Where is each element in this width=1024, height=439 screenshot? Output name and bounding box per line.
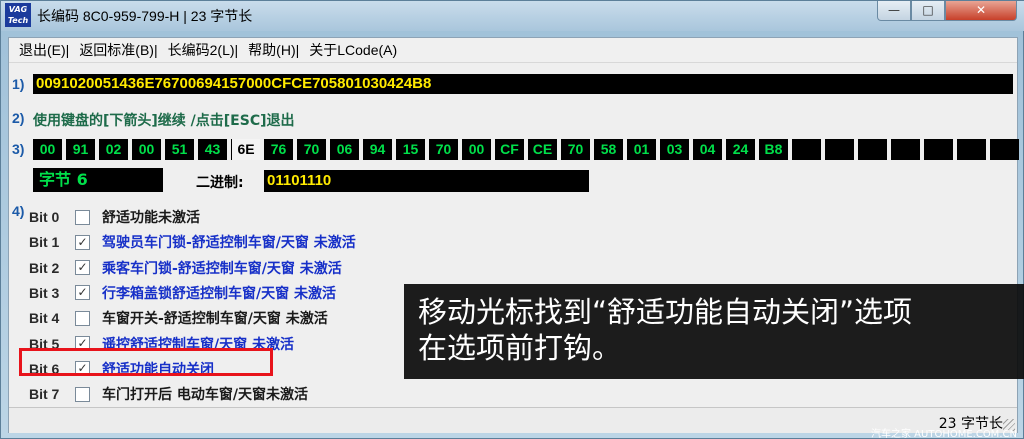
section-3-number: 3) [12,141,25,157]
byte-cell[interactable]: 24 [726,139,755,160]
bit-name: Bit 2 [29,259,60,276]
byte-cell[interactable] [858,139,887,160]
byte-cell[interactable]: 91 [66,139,95,160]
byte-cell[interactable]: 70 [297,139,326,160]
menu-about[interactable]: 关于LCode(A) [305,40,403,60]
byte-cell[interactable] [825,139,854,160]
bit-name: Bit 3 [29,284,60,301]
byte-cell[interactable]: 03 [660,139,689,160]
byte-cell[interactable] [924,139,953,160]
bit-row-4: Bit 4 车窗开关-舒适控制车窗/天窗 未激活 [29,307,328,329]
byte-grid: 00 91 02 00 51 43 6E 76 70 06 94 15 70 00 CF CE 70 58 01 03… [33,139,1023,161]
minimize-icon: — [888,3,900,17]
window-title: 长编码 8C0-959-799-H | 23 字节长 [37,8,253,24]
section-4-number: 4) [12,203,25,219]
status-bar: 23 字节长 [9,407,1017,433]
bit-row-3: Bit 3 ✓ 行李箱盖锁舒适控制车窗/天窗 未激活 [29,282,336,304]
byte-cell[interactable] [891,139,920,160]
watermark: 汽车之家 AUTOHOME.COM.CN [871,429,1017,439]
byte-cell[interactable]: CE [528,139,557,160]
minimize-button[interactable]: — [877,1,911,21]
bit-checkbox[interactable] [75,209,90,225]
bit-description: 车门打开后 电动车窗/天窗未激活 [102,387,308,404]
close-button[interactable]: ✕ [945,1,1017,21]
byte-cell[interactable]: 06 [330,139,359,160]
byte-cell[interactable]: 00 [462,139,491,160]
overlay-line-2: 在选项前打钩。 [418,331,622,365]
selected-byte-label: 字节 6 [33,168,163,192]
bit-row-2: Bit 2 ✓ 乘客车门锁-舒适控制车窗/天窗 未激活 [29,257,342,279]
byte-cell[interactable]: 94 [363,139,392,160]
bit-row-1: Bit 1 ✓ 驾驶员车门锁-舒适控制车窗/天窗 未激活 [29,231,356,253]
section-2-number: 2) [12,110,25,126]
bit-checkbox[interactable] [75,310,90,326]
bit-name: Bit 4 [29,310,60,327]
instruction-text: 使用键盘的[下箭头]继续 /点击[ESC]退出 [33,113,295,129]
bit-row-7: Bit 7 车门打开后 电动车窗/天窗未激活 [29,383,308,405]
byte-cell[interactable]: 6E [231,139,260,160]
byte-cell[interactable]: 00 [132,139,161,160]
byte-cell[interactable]: 02 [99,139,128,160]
byte-cell[interactable]: 04 [693,139,722,160]
byte-cell[interactable]: 51 [165,139,194,160]
maximize-icon: □ [922,3,934,17]
bit-name: Bit 7 [29,386,60,403]
bit-checkbox[interactable] [75,386,90,402]
bit-description: 舒适功能未激活 [102,210,200,226]
bit-row-0: Bit 0 舒适功能未激活 [29,206,200,228]
lcode-window: VAG Tech 长编码 8C0-959-799-H | 23 字节长 — □ … [0,0,1024,439]
close-icon: ✕ [975,3,987,17]
byte-cell[interactable]: 43 [198,139,227,160]
byte-cell[interactable]: 70 [561,139,590,160]
byte-cell[interactable]: 58 [594,139,623,160]
bit-name: Bit 0 [29,209,60,225]
bit-description: 车窗开关-舒适控制车窗/天窗 未激活 [102,311,328,328]
byte-cell[interactable]: 70 [429,139,458,160]
bit-description: 乘客车门锁-舒适控制车窗/天窗 未激活 [102,260,342,277]
byte-cell[interactable]: 01 [627,139,656,160]
bit-6-highlight-box [19,348,273,376]
app-icon: VAG Tech [5,3,31,27]
instruction-overlay: 移动光标找到“舒适功能自动关闭”选项 在选项前打钩。 [404,284,1024,379]
byte-cell[interactable]: 76 [264,139,293,160]
bit-checkbox[interactable]: ✓ [75,234,90,250]
byte-cell[interactable]: CF [495,139,524,160]
bit-checkbox[interactable]: ✓ [75,285,90,301]
byte-cell[interactable] [792,139,821,160]
maximize-button[interactable]: □ [911,1,945,21]
long-code-hex[interactable]: 0091020051436E76700694157000CFCE70580103… [33,74,1013,94]
menu-bar: 退出(E)| 返回标准(B)| 长编码2(L)| 帮助(H)| 关于LCode(… [9,38,1017,63]
title-bar[interactable]: VAG Tech 长编码 8C0-959-799-H | 23 字节长 — □ … [1,1,1024,31]
menu-exit[interactable]: 退出(E)| [15,40,75,60]
byte-cell[interactable]: 15 [396,139,425,160]
bit-description: 驾驶员车门锁-舒适控制车窗/天窗 未激活 [102,235,356,252]
byte-cell[interactable] [957,139,986,160]
overlay-line-1: 移动光标找到“舒适功能自动关闭”选项 [418,295,913,329]
binary-label: 二进制: [196,175,244,191]
byte-cell[interactable]: B8 [759,139,788,160]
byte-cell[interactable]: 00 [33,139,62,160]
menu-help[interactable]: 帮助(H)| [244,40,305,60]
binary-value: 01101110 [264,170,589,192]
menu-long-code-2[interactable]: 长编码2(L)| [164,40,245,60]
section-1-number: 1) [12,76,25,92]
bit-checkbox[interactable]: ✓ [75,260,90,276]
bit-name: Bit 1 [29,234,60,251]
byte-cell[interactable] [990,139,1019,160]
menu-back-standard[interactable]: 返回标准(B)| [75,40,163,60]
bit-description: 行李箱盖锁舒适控制车窗/天窗 未激活 [102,285,336,302]
